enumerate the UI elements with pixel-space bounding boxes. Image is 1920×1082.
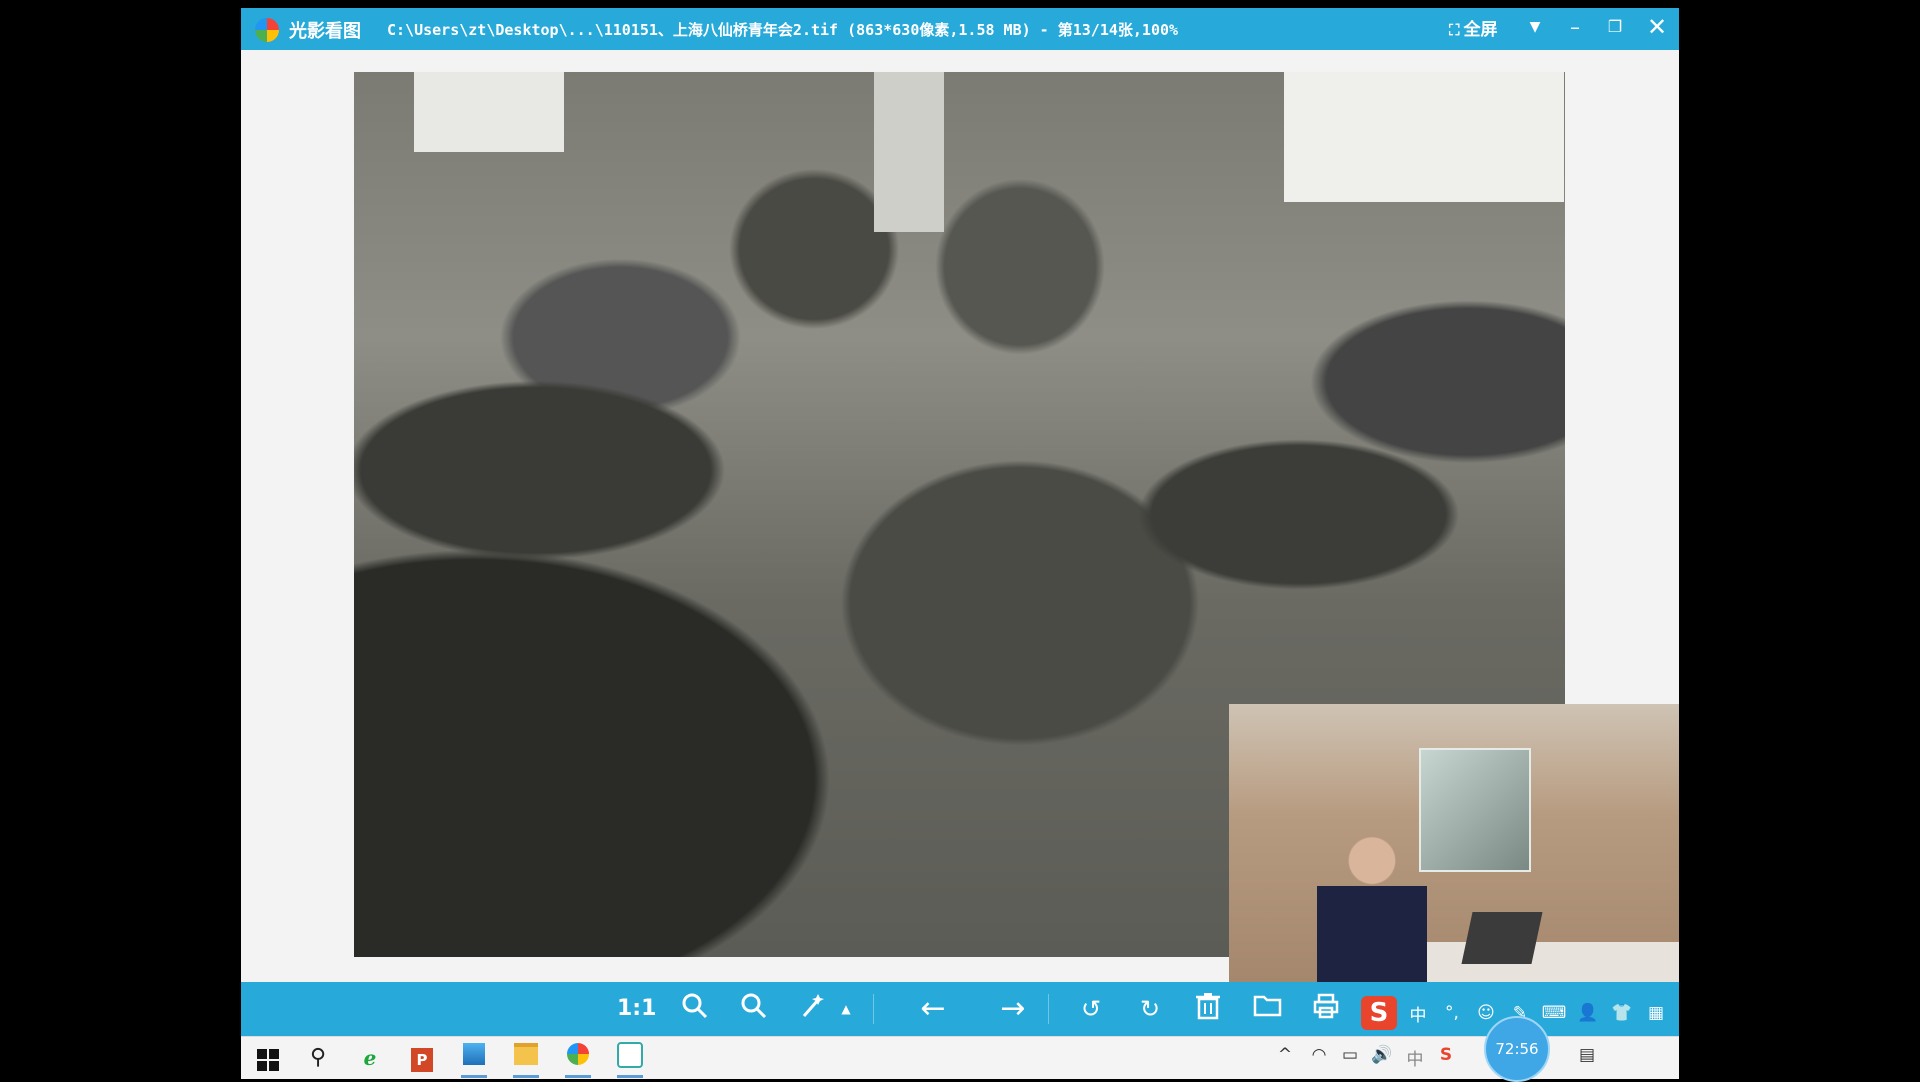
show-hidden-icons-button[interactable]: ^	[1271, 1045, 1299, 1065]
camera-icon	[617, 1042, 643, 1068]
zoom-out-button[interactable]	[737, 992, 771, 1026]
rotate-right-button[interactable]: ↻	[1133, 992, 1167, 1026]
menu-dropdown-button[interactable]: ▼	[1519, 11, 1551, 43]
battery-tray-button[interactable]: ▭	[1336, 1045, 1364, 1065]
user-icon[interactable]: 👤	[1575, 1003, 1601, 1023]
chevron-up-icon: ^	[1277, 1045, 1293, 1065]
toolbar-divider	[1048, 994, 1049, 1024]
chevron-up-icon: ▲	[841, 1002, 851, 1016]
taskbar-photos[interactable]	[457, 1042, 491, 1078]
arrow-left-icon: ←	[920, 991, 946, 1026]
restore-button[interactable]: ❐	[1599, 11, 1631, 43]
battery-icon: ▭	[1341, 1045, 1359, 1065]
image-viewer-window: 光影看图 C:\Users\zt\Desktop\...\110151、上海八仙…	[241, 8, 1679, 1079]
zoom-out-icon	[741, 993, 767, 1019]
volume-tray-button[interactable]: 🔊	[1368, 1045, 1396, 1065]
edit-options-button[interactable]: ▲	[839, 992, 853, 1026]
projector-screen	[1419, 748, 1531, 872]
taskbar-file-explorer[interactable]	[509, 1042, 543, 1078]
next-image-button[interactable]: →	[996, 992, 1030, 1026]
ime-language-toggle[interactable]: 中	[1405, 1001, 1431, 1026]
folder-icon	[514, 1043, 538, 1065]
title-bar: 光影看图 C:\Users\zt\Desktop\...\110151、上海八仙…	[241, 8, 1679, 50]
photo-window-light	[874, 72, 944, 232]
folder-icon	[1253, 995, 1282, 1017]
taskbar-image-viewer[interactable]	[561, 1042, 595, 1078]
sogou-tray-icon[interactable]: S	[1432, 1045, 1460, 1065]
webcam-inset	[1229, 704, 1679, 982]
notification-icon: ▤	[1578, 1045, 1596, 1065]
expand-icon: ⛶	[1449, 21, 1460, 39]
network-tray-button[interactable]: ◠	[1305, 1045, 1333, 1065]
windows-logo-icon	[257, 1048, 279, 1071]
print-button[interactable]	[1309, 992, 1343, 1026]
chevron-down-icon: ▼	[1529, 19, 1541, 35]
zoom-in-button[interactable]	[678, 992, 712, 1026]
toolbar-divider	[873, 994, 874, 1024]
toolbox-icon[interactable]: ▦	[1643, 1003, 1669, 1023]
powerpoint-icon: P	[411, 1048, 433, 1072]
search-icon: ⚲	[309, 1045, 327, 1070]
browser-icon: ℯ	[363, 1046, 377, 1070]
fullscreen-label: 全屏	[1463, 20, 1498, 40]
image-viewer-icon	[567, 1043, 589, 1065]
open-folder-button[interactable]	[1251, 992, 1285, 1026]
search-button[interactable]: ⚲	[301, 1042, 335, 1074]
app-name: 光影看图	[289, 21, 361, 42]
magic-wand-icon	[802, 994, 824, 1017]
emoji-icon[interactable]: ☺	[1473, 1003, 1499, 1023]
arrow-right-icon: →	[1000, 991, 1026, 1026]
laptop	[1461, 912, 1543, 964]
close-button[interactable]: ✕	[1641, 11, 1673, 43]
zoom-in-icon	[682, 993, 708, 1019]
recording-timer-badge: 72:56	[1484, 1016, 1550, 1082]
close-icon: ✕	[1646, 13, 1668, 41]
fullscreen-button[interactable]: ⛶ 全屏	[1449, 15, 1498, 40]
app-logo-icon	[255, 18, 279, 42]
print-icon	[1313, 993, 1339, 1019]
photos-icon	[463, 1043, 485, 1065]
presenter	[1317, 834, 1427, 982]
minimize-button[interactable]: –	[1559, 11, 1591, 43]
start-button[interactable]	[251, 1042, 285, 1074]
rotate-left-icon: ↺	[1080, 995, 1102, 1023]
rotate-left-button[interactable]: ↺	[1074, 992, 1108, 1026]
delete-button[interactable]	[1191, 992, 1225, 1026]
rotate-right-icon: ↻	[1139, 995, 1161, 1023]
photo-window-light	[414, 72, 564, 152]
taskbar-camera-app[interactable]	[613, 1042, 647, 1078]
window-title: C:\Users\zt\Desktop\...\110151、上海八仙桥青年会2…	[387, 21, 1179, 39]
volume-icon: 🔊	[1371, 1045, 1393, 1065]
sogou-logo-icon[interactable]: S	[1361, 996, 1397, 1030]
actual-size-button[interactable]: 1:1	[617, 992, 656, 1026]
taskbar-browser[interactable]: ℯ	[353, 1042, 387, 1074]
ime-tray-button[interactable]: 中	[1401, 1045, 1429, 1070]
skin-icon[interactable]: 👕	[1609, 1003, 1635, 1023]
taskbar: ⚲ ℯ P ^ ◠ ▭ 🔊 中 S ▤	[241, 1036, 1679, 1079]
punctuation-icon[interactable]: °,	[1439, 1003, 1465, 1023]
taskbar-powerpoint[interactable]: P	[405, 1042, 439, 1074]
restore-icon: ❐	[1607, 17, 1623, 36]
minimize-icon: –	[1570, 15, 1580, 39]
keyboard-icon[interactable]: ⌨	[1541, 1003, 1567, 1023]
trash-icon	[1196, 993, 1220, 1020]
edit-button[interactable]	[795, 992, 829, 1026]
photo-window-light	[1284, 72, 1564, 202]
notification-center-button[interactable]: ▤	[1573, 1045, 1601, 1065]
previous-image-button[interactable]: ←	[916, 992, 950, 1026]
wifi-icon: ◠	[1311, 1045, 1327, 1065]
